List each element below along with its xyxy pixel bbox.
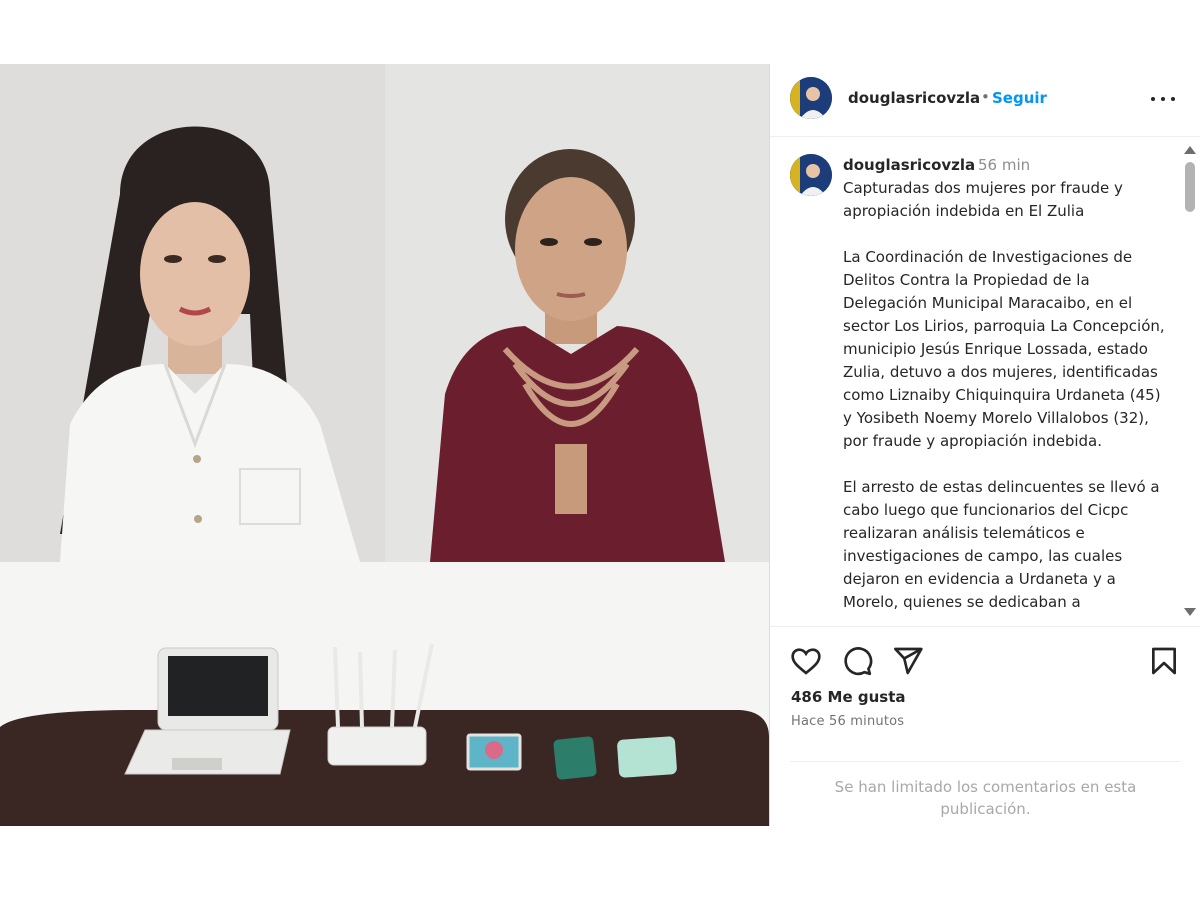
caption-timestamp[interactable]: 56 min	[978, 156, 1030, 174]
caption-text: Capturadas dos mujeres por fraude y apro…	[843, 179, 1165, 611]
photo-seized-items	[0, 562, 769, 826]
post-media[interactable]	[0, 64, 769, 826]
separator-dot: •	[981, 88, 990, 106]
post-timestamp: Hace 56 minutos	[791, 714, 905, 729]
scrollbar-thumb[interactable]	[1185, 162, 1195, 212]
comments-limited-notice: Se han limitado los comentarios en esta …	[790, 761, 1181, 820]
caption-username[interactable]: douglasricovzla	[843, 156, 975, 174]
avatar[interactable]	[790, 77, 832, 119]
follow-button[interactable]: Seguir	[992, 89, 1047, 107]
comment-icon[interactable]	[841, 645, 873, 677]
bookmark-icon[interactable]	[1148, 645, 1180, 677]
heart-icon[interactable]	[790, 645, 822, 677]
scroll-up-arrow-icon[interactable]	[1184, 146, 1196, 154]
post-header: douglasricovzla • Seguir	[770, 64, 1200, 137]
post-actions: 486 Me gusta Hace 56 minutos Se han limi…	[770, 626, 1200, 827]
avatar[interactable]	[790, 154, 832, 196]
caption-scrollbar[interactable]	[1180, 138, 1200, 624]
likes-count[interactable]: 486 Me gusta	[791, 688, 906, 706]
photo-woman-white-shirt	[0, 64, 385, 562]
post-side-panel: douglasricovzla • Seguir douglasricovzla…	[769, 64, 1200, 826]
post-username[interactable]: douglasricovzla	[848, 89, 980, 107]
caption-area: douglasricovzla 56 min Capturadas dos mu…	[770, 137, 1200, 625]
share-icon[interactable]	[892, 645, 924, 677]
photo-woman-burgundy-top	[385, 64, 769, 562]
scroll-down-arrow-icon[interactable]	[1184, 608, 1196, 616]
more-options-icon[interactable]	[1146, 88, 1180, 110]
